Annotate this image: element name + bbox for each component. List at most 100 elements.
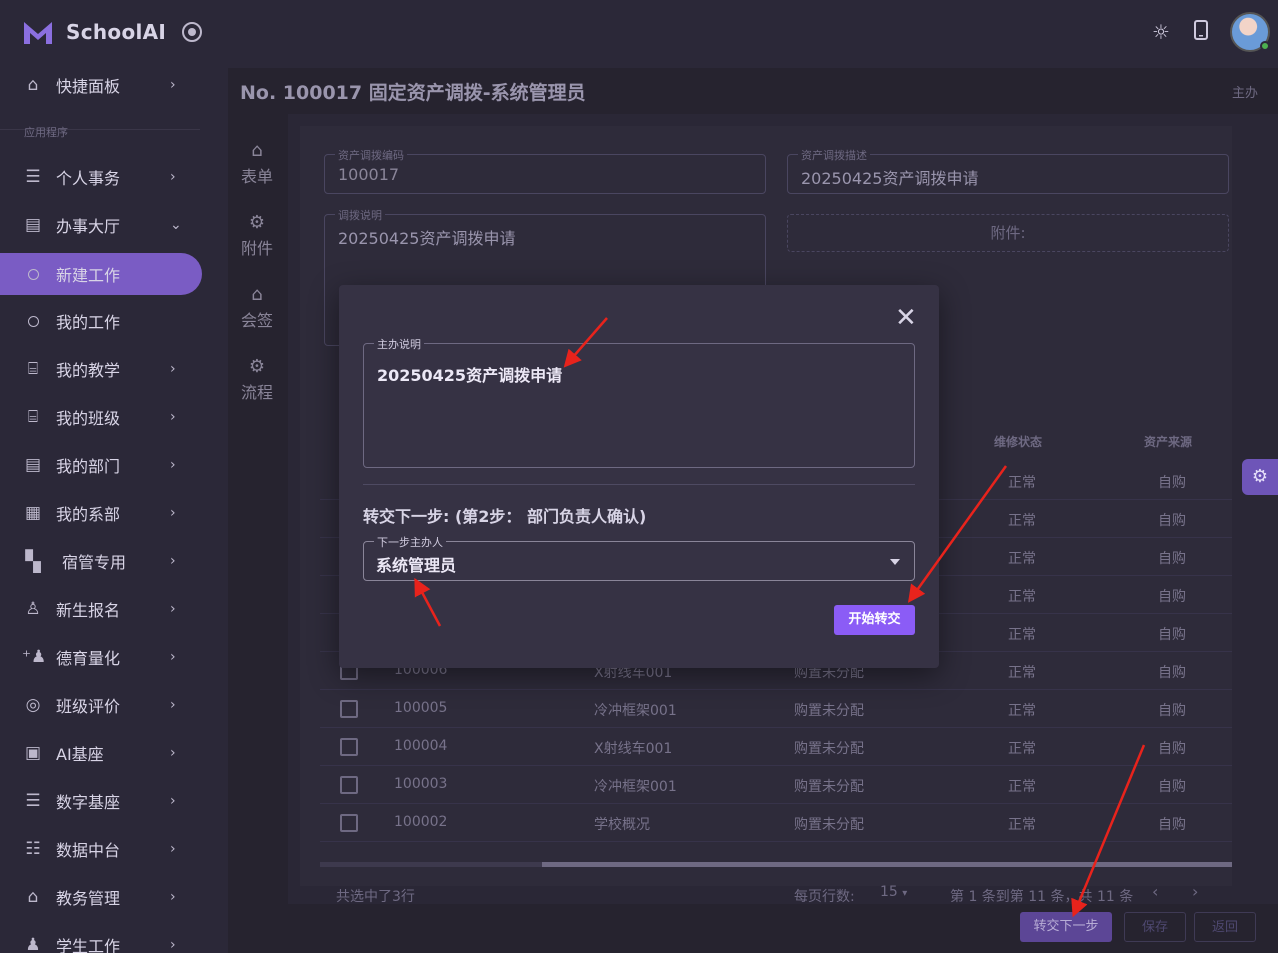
row-checkbox[interactable] xyxy=(340,776,358,794)
chevron-right-icon: › xyxy=(170,793,176,809)
tab-attachment[interactable]: ⚙ 附件 xyxy=(228,212,286,259)
asset-code-field[interactable]: 资产调拨编码 100017 xyxy=(324,147,766,194)
presentation-icon: ⌸ xyxy=(27,407,39,427)
sidebar-item-teaching[interactable]: ⌸ 我的教学 › xyxy=(0,348,200,390)
sidebar-item-label: 我的系部 xyxy=(56,505,121,524)
sidebar-item-department[interactable]: ▤ 我的部门 › xyxy=(0,444,200,486)
sidebar-item-service-hall[interactable]: ▤ 办事大厅 ⌄ xyxy=(0,204,200,246)
sidebar-item-academic[interactable]: ⌂ 教务管理 › xyxy=(0,876,200,918)
field-label: 资产调拨描述 xyxy=(798,147,870,163)
users-icon: ♟ xyxy=(25,935,41,953)
field-value: 20250425资产调拨申请 xyxy=(338,229,516,248)
sidebar-item-label: 我的班级 xyxy=(56,409,121,428)
host-note-field[interactable]: 主办说明 20250425资产调拨申请 xyxy=(363,336,915,468)
transfer-next-button[interactable]: 转交下一步 xyxy=(1020,912,1112,942)
rows-per-page-label: 每页行数: xyxy=(794,889,855,905)
sidebar-item-personal[interactable]: ☰ 个人事务 › xyxy=(0,156,200,198)
table-row[interactable]: 100002 学校概况 购置未分配 正常 自购 xyxy=(320,804,1232,842)
sidebar-item-new-work[interactable]: 新建工作 xyxy=(0,253,202,295)
row-checkbox[interactable] xyxy=(340,738,358,756)
rows-per-page-select[interactable]: 15 ▾ xyxy=(880,884,907,900)
scrollbar-thumb[interactable] xyxy=(320,862,542,867)
sidebar-item-data-center[interactable]: ☷ 数据中台 › xyxy=(0,828,200,870)
mobile-icon[interactable] xyxy=(1194,20,1208,45)
settings-gear-icon[interactable]: ⚙ xyxy=(1242,459,1278,495)
sidebar-item-ai-base[interactable]: ▣ AI基座 › xyxy=(0,732,200,774)
bank-icon: ⌂ xyxy=(27,887,39,907)
chart-icon: ▦ xyxy=(24,503,42,523)
row-checkbox[interactable] xyxy=(340,814,358,832)
back-button[interactable]: 返回 xyxy=(1194,912,1256,942)
chevron-right-icon: › xyxy=(170,505,176,521)
palette-icon: ◎ xyxy=(25,695,41,715)
chevron-right-icon: › xyxy=(170,889,176,905)
pagination-range: 第 1 条到第 11 条，共 11 条 xyxy=(950,889,1134,905)
sidebar-item-digital-base[interactable]: ☰ 数字基座 › xyxy=(0,780,200,822)
sidebar-item-label: 我的工作 xyxy=(56,313,121,332)
cell-source: 自购 xyxy=(1158,475,1186,491)
tab-form[interactable]: ⌂ 表单 xyxy=(228,140,286,187)
sidebar-item-class[interactable]: ⌸ 我的班级 › xyxy=(0,396,200,438)
cell-repair: 正常 xyxy=(1008,475,1036,491)
theme-icon[interactable]: ☼ xyxy=(1152,20,1170,44)
caret-down-icon: ▾ xyxy=(902,888,908,899)
tab-label: 表单 xyxy=(240,167,273,186)
gear-icon: ⚙ xyxy=(248,356,266,377)
sidebar-item-label: 新建工作 xyxy=(56,266,121,285)
asset-desc-field[interactable]: 资产调拨描述 20250425资产调拨申请 xyxy=(787,147,1229,194)
cell-repair: 正常 xyxy=(1008,703,1036,719)
next-page-icon[interactable]: › xyxy=(1192,882,1198,901)
online-status-dot xyxy=(1260,41,1270,51)
sidebar-item-faculty[interactable]: ▦ 我的系部 › xyxy=(0,492,200,534)
home-icon: ⌂ xyxy=(251,284,263,305)
cell-source: 自购 xyxy=(1158,627,1186,643)
tab-countersign[interactable]: ⌂ 会签 xyxy=(228,284,286,331)
list-icon: ☰ xyxy=(25,167,41,187)
cell-repair: 正常 xyxy=(1008,741,1036,757)
chevron-right-icon: › xyxy=(170,553,176,569)
tab-label: 附件 xyxy=(240,239,273,258)
table-row[interactable]: 100003 冷冲框架001 购置未分配 正常 自购 xyxy=(320,766,1232,804)
sidebar-item-label: 德育量化 xyxy=(56,649,121,668)
sidebar-item-label: AI基座 xyxy=(56,745,104,764)
sidebar-item-label: 我的教学 xyxy=(56,361,121,380)
home-icon: ⌂ xyxy=(27,75,39,95)
next-step-text: 转交下一步: (第2步： 部门负责人确认) xyxy=(363,507,647,526)
sidebar-item-enrollment[interactable]: ♙ 新生报名 › xyxy=(0,588,200,630)
cell-code: 100002 xyxy=(394,814,448,830)
cell-status: 购置未分配 xyxy=(794,779,864,795)
sidebar-item-label: 快捷面板 xyxy=(56,77,121,96)
start-transfer-button[interactable]: 开始转交 xyxy=(834,605,915,635)
table-row[interactable]: 100004 X射线车001 购置未分配 正常 自购 xyxy=(320,728,1232,766)
next-handler-select[interactable]: 下一步主办人 系统管理员 xyxy=(363,534,915,581)
chip-icon: ▣ xyxy=(24,743,42,763)
app-logo[interactable]: SchoolAI xyxy=(22,18,166,46)
chevron-down-icon: ⌄ xyxy=(170,217,182,233)
selection-count: 共选中了3行 xyxy=(336,889,415,905)
app-name: SchoolAI xyxy=(66,20,167,44)
sidebar-item-label: 我的部门 xyxy=(56,457,121,476)
row-checkbox[interactable] xyxy=(340,700,358,718)
tab-workflow[interactable]: ⚙ 流程 xyxy=(228,356,286,403)
chevron-right-icon: › xyxy=(170,409,176,425)
table-row[interactable]: 100005 冷冲框架001 购置未分配 正常 自购 xyxy=(320,690,1232,728)
role-label: 主办 xyxy=(1231,86,1258,101)
field-label: 下一步主办人 xyxy=(374,534,446,550)
sidebar-item-class-eval[interactable]: ◎ 班级评价 › xyxy=(0,684,200,726)
field-value: 20250425资产调拨申请 xyxy=(801,169,979,188)
cell-repair: 正常 xyxy=(1008,589,1036,605)
user-add-icon: ⁺♟ xyxy=(22,647,47,667)
sidebar-item-dashboard[interactable]: ⌂ 快捷面板 › xyxy=(0,64,200,106)
prev-page-icon[interactable]: ‹ xyxy=(1152,882,1158,901)
menu-toggle-icon[interactable] xyxy=(182,22,202,42)
close-icon[interactable]: ✕ xyxy=(895,305,917,331)
cell-repair: 正常 xyxy=(1008,779,1036,795)
save-button[interactable]: 保存 xyxy=(1124,912,1186,942)
cell-repair: 正常 xyxy=(1008,817,1036,833)
sidebar-item-moral[interactable]: ⁺♟ 德育量化 › xyxy=(0,636,200,678)
home-icon: ⌂ xyxy=(251,140,263,161)
attachment-dropzone[interactable]: 附件: xyxy=(787,214,1229,252)
sidebar-item-my-work[interactable]: 我的工作 xyxy=(0,300,200,342)
sidebar-item-student-work[interactable]: ♟ 学生工作 › xyxy=(0,924,200,953)
sidebar-item-dorm[interactable]: ▚ 宿管专用 › xyxy=(0,540,200,582)
